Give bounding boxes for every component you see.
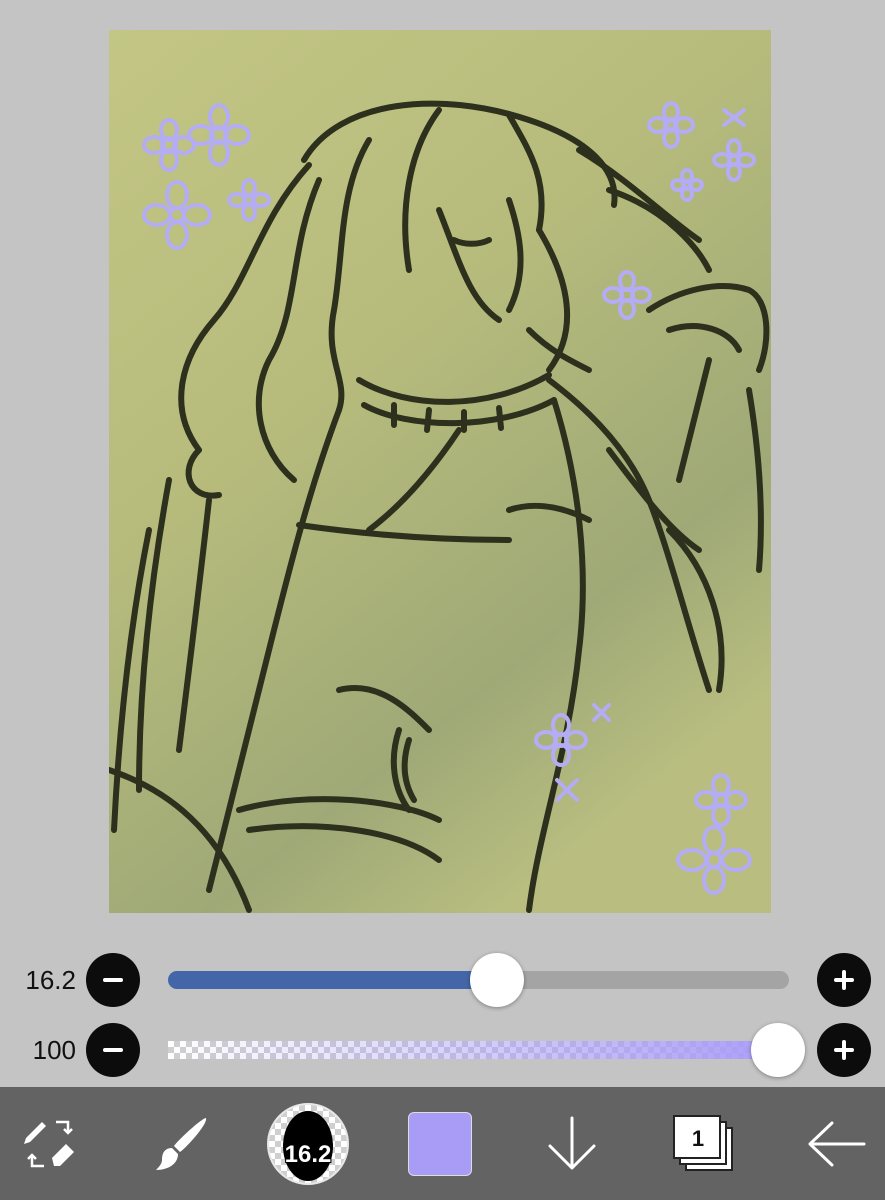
brush-preview-size-label: 16.2: [284, 1140, 332, 1168]
layers-icon: 1: [673, 1114, 735, 1173]
minus-icon: [103, 978, 123, 982]
brush-preview-button[interactable]: 16.2: [266, 1087, 350, 1200]
opacity-knob[interactable]: [751, 1023, 805, 1077]
opacity-track[interactable]: [168, 1041, 789, 1059]
back-button[interactable]: [796, 1087, 876, 1200]
pen-eraser-swap-icon: [24, 1120, 74, 1167]
artwork-background: [109, 30, 771, 913]
opacity-decrease-button[interactable]: [86, 1023, 140, 1077]
minus-icon: [103, 1048, 123, 1052]
brush-preview: 16.2: [267, 1102, 349, 1185]
brush-tool-button[interactable]: [140, 1087, 220, 1200]
artwork-canvas[interactable]: [109, 30, 771, 913]
color-picker-button[interactable]: [404, 1087, 476, 1200]
brush-size-slider-row: 16.2: [0, 945, 885, 1015]
bottom-toolbar: 16.2 1: [0, 1087, 885, 1200]
brush-size-decrease-button[interactable]: [86, 953, 140, 1007]
artwork-drawing: [109, 30, 771, 913]
opacity-slider-row: 100: [0, 1015, 885, 1085]
brush-size-knob[interactable]: [470, 953, 524, 1007]
opacity-increase-button[interactable]: [817, 1023, 871, 1077]
plus-icon: [834, 970, 854, 990]
plus-icon: [834, 1040, 854, 1060]
move-down-button[interactable]: [536, 1087, 608, 1200]
brush-icon: [156, 1117, 207, 1170]
current-color-swatch: [408, 1111, 472, 1176]
brush-size-increase-button[interactable]: [817, 953, 871, 1007]
pen-eraser-swap-button[interactable]: [10, 1087, 90, 1200]
arrow-left-icon: [808, 1121, 866, 1166]
arrow-down-icon: [548, 1116, 596, 1169]
layers-button[interactable]: 1: [668, 1087, 740, 1200]
canvas-area[interactable]: [0, 0, 885, 940]
opacity-value: 100: [32, 1035, 76, 1065]
layer-count: 1: [691, 1125, 705, 1151]
brush-size-value: 16.2: [25, 965, 76, 995]
